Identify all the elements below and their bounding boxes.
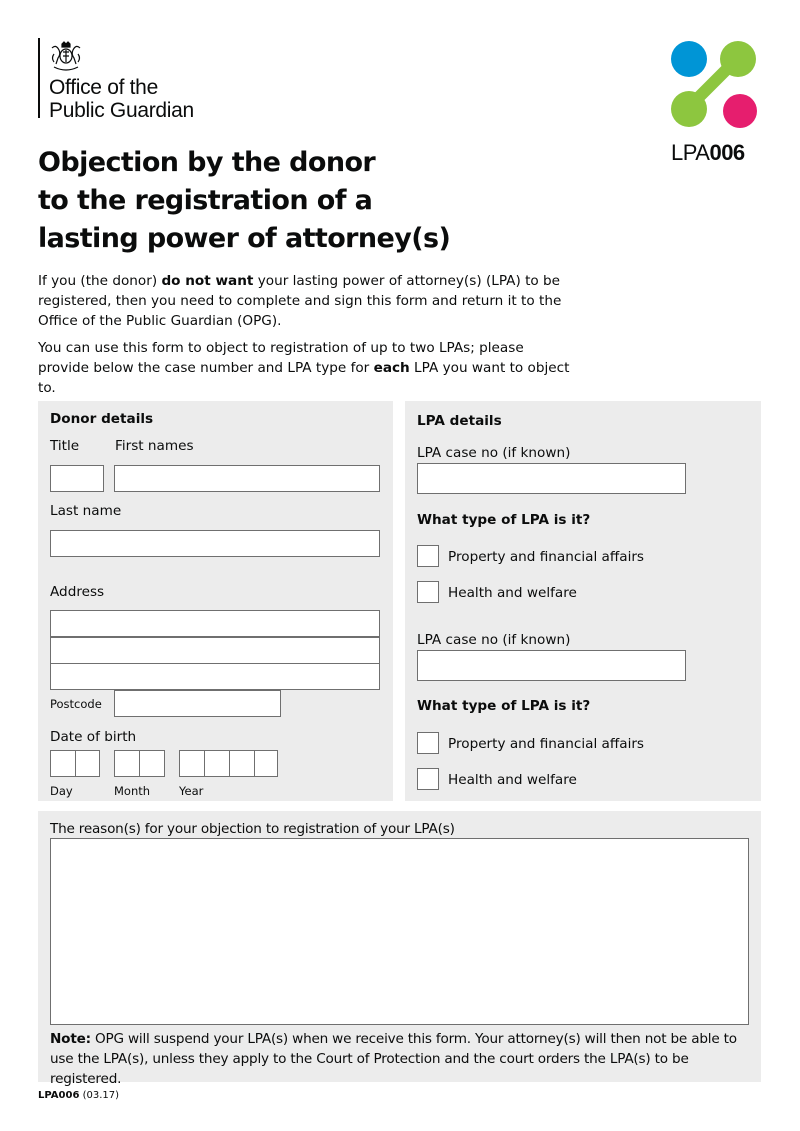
opg-branding: Office of the Public Guardian (38, 38, 194, 122)
lpa-dots-logo-icon (671, 41, 757, 128)
intro-paragraph-2: You can use this form to object to regis… (38, 338, 578, 398)
lpa-2-case-no-label: LPA case no (if known) (417, 632, 571, 648)
last-name-field[interactable] (50, 530, 380, 557)
dob-year-digit-4[interactable] (254, 750, 278, 777)
objection-reason-label: The reason(s) for your objection to regi… (50, 821, 455, 837)
lpa-2-case-no-field[interactable] (417, 650, 686, 681)
title-line2: to the registration of a (38, 185, 373, 216)
intro-p1-text: If you (the donor) (38, 273, 162, 289)
logo-dot-green-top (720, 41, 756, 77)
lpa-1-property-finance-checkbox[interactable] (417, 545, 439, 567)
lpa-2-property-finance-checkbox[interactable] (417, 732, 439, 754)
lpa-details-heading: LPA details (417, 413, 502, 429)
dob-year-digit-2[interactable] (204, 750, 230, 777)
footer-form-code: LPA006 (38, 1090, 80, 1101)
lpa-1-property-finance-label: Property and financial affairs (448, 549, 645, 565)
dob-year-digit-3[interactable] (229, 750, 255, 777)
lpa-2-health-welfare-checkbox[interactable] (417, 768, 439, 790)
dob-month-digit-1[interactable] (114, 750, 140, 777)
note-text: OPG will suspend your LPA(s) when we rec… (50, 1031, 737, 1087)
note-label: Note: (50, 1031, 91, 1047)
objection-reason-textarea[interactable] (50, 838, 749, 1025)
title-field[interactable] (50, 465, 104, 492)
form-version-footer: LPA006 (03.17) (38, 1089, 119, 1103)
address-label: Address (50, 584, 105, 600)
lpa-1-health-welfare-label: Health and welfare (448, 585, 577, 601)
title-line1: Objection by the donor (38, 147, 376, 178)
form-code: LPA006 (671, 140, 745, 166)
postcode-label: Postcode (50, 697, 102, 711)
intro-p1-bold: do not want (161, 273, 254, 289)
lpa-2-health-welfare-label: Health and welfare (448, 772, 577, 788)
donor-details-heading: Donor details (50, 411, 154, 427)
address-line-1-field[interactable] (50, 610, 380, 637)
form-code-number: 006 (709, 140, 745, 165)
footer-version: (03.17) (79, 1090, 120, 1101)
dob-day-digit-1[interactable] (50, 750, 76, 777)
address-line-2-field[interactable] (50, 637, 380, 664)
intro-text: If you (the donor) do not want your last… (38, 271, 578, 405)
title-line3: lasting power of attorney(s) (38, 223, 451, 254)
dob-month-digit-2[interactable] (139, 750, 165, 777)
lpa-1-type-question: What type of LPA is it? (417, 512, 591, 528)
objection-reason-panel: The reason(s) for your objection to regi… (38, 811, 761, 1087)
first-names-label: First names (115, 438, 194, 454)
intro-p2-bold: each (373, 360, 410, 376)
dob-day-label: Day (50, 784, 73, 798)
form-code-prefix: LPA (671, 140, 710, 165)
first-names-field[interactable] (114, 465, 380, 492)
lpa-1-case-no-field[interactable] (417, 463, 686, 494)
dob-year-label: Year (179, 784, 204, 798)
royal-coat-of-arms-icon (51, 41, 81, 71)
postcode-field[interactable] (114, 690, 281, 717)
lpa-2-property-finance-label: Property and financial affairs (448, 736, 645, 752)
logo-dot-green-bottom (671, 91, 707, 127)
organisation-name-line1: Office of the (49, 76, 158, 99)
dob-year-digit-1[interactable] (179, 750, 205, 777)
title-label: Title (50, 438, 80, 454)
donor-details-panel: Donor details Title First names Last nam… (38, 401, 393, 801)
lpa-2-type-question: What type of LPA is it? (417, 698, 591, 714)
lpa-1-case-no-label: LPA case no (if known) (417, 445, 571, 461)
dob-day-digit-2[interactable] (75, 750, 100, 777)
organisation-name: Office of the Public Guardian (49, 76, 194, 122)
lpa-details-panel: LPA details LPA case no (if known) What … (405, 401, 761, 801)
suspension-note: Note: OPG will suspend your LPA(s) when … (50, 1029, 750, 1089)
last-name-label: Last name (50, 503, 122, 519)
organisation-name-line2: Public Guardian (49, 99, 194, 122)
page-title: Objection by the donor to the registrati… (38, 144, 498, 258)
intro-paragraph-1: If you (the donor) do not want your last… (38, 271, 578, 331)
date-of-birth-label: Date of birth (50, 729, 137, 745)
logo-dot-pink (723, 94, 757, 128)
address-line-3-field[interactable] (50, 663, 380, 690)
lpa-1-health-welfare-checkbox[interactable] (417, 581, 439, 603)
dob-month-label: Month (114, 784, 151, 798)
logo-dot-blue (671, 41, 707, 77)
